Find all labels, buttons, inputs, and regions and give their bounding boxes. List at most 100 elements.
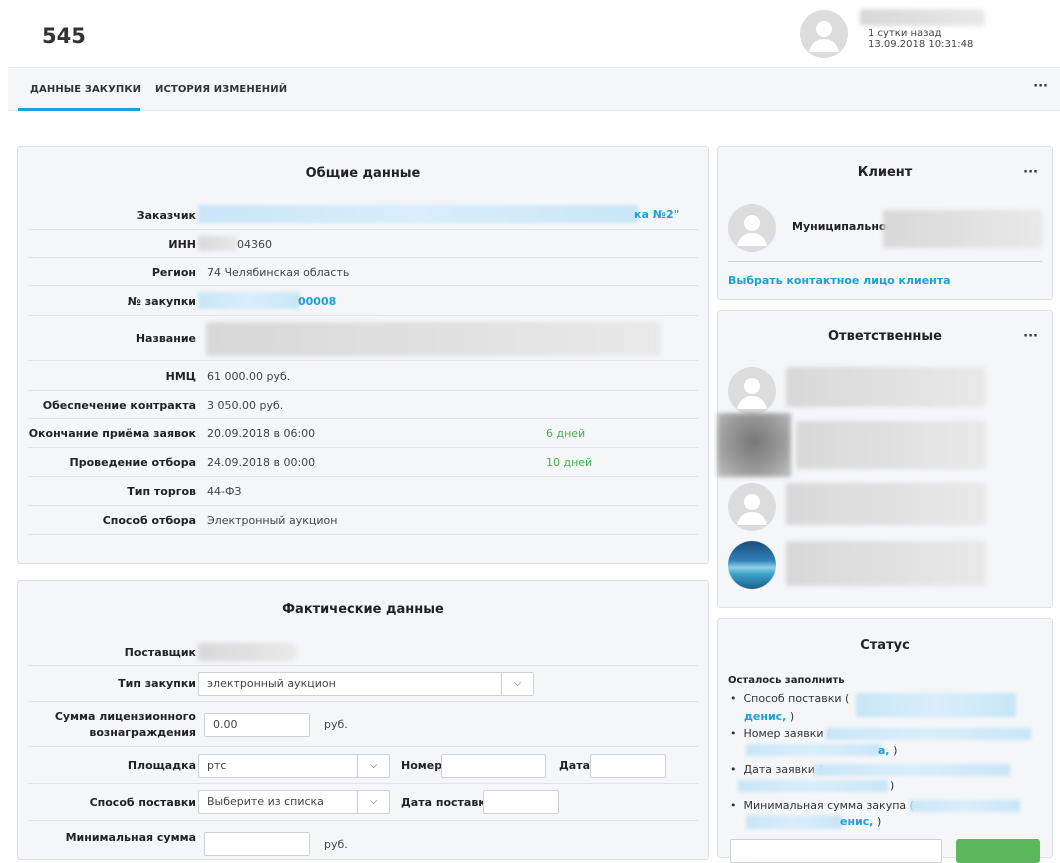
page-header: 545 1 сутки назад 13.09.2018 10:31:48: [8, 0, 1060, 68]
status-link[interactable]: енис,: [840, 815, 873, 828]
field-label: Проведение отбора: [69, 456, 196, 469]
more-icon[interactable]: ···: [1023, 165, 1038, 180]
tab-purchase-data[interactable]: ДАННЫЕ ЗАКУПКИ: [30, 84, 141, 95]
row-nmc: НМЦ 61 000.00 руб.: [28, 361, 698, 391]
purchase-number-redacted: [198, 292, 300, 309]
user-icon: [737, 378, 767, 409]
responsible-name-redacted: [786, 483, 986, 525]
responsible-avatar[interactable]: [728, 483, 776, 531]
responsible-name-redacted: [786, 541, 986, 586]
min-sum-input[interactable]: [204, 832, 310, 856]
redacted-link: [910, 800, 1020, 812]
author-name-redacted: [860, 9, 985, 26]
field-label: № закупки: [127, 295, 196, 308]
status-item: • Способ поставки (: [730, 692, 850, 705]
field-label: ИНН: [168, 238, 196, 251]
active-tab-indicator: [18, 108, 140, 111]
platform-select[interactable]: ртс ⌵: [198, 754, 390, 778]
time-ago: 1 сутки назад: [868, 28, 942, 39]
status-item-tail: ): [890, 779, 894, 792]
responsible-avatar-photo[interactable]: [728, 541, 776, 589]
status-item-close: ): [890, 779, 895, 792]
license-fee-input[interactable]: 0.00: [204, 713, 310, 737]
field-label: Площадка: [127, 759, 196, 772]
field-label: Дата поставки: [401, 796, 494, 809]
redacted-link: [826, 728, 1031, 740]
contract-security-value: 3 050.00 руб.: [207, 399, 284, 412]
field-label: Название: [135, 332, 196, 345]
row-name: Название: [28, 316, 698, 361]
row-selection-date: Проведение отбора 24.09.2018 в 00:00 10 …: [28, 448, 698, 477]
delivery-date-input[interactable]: [483, 790, 559, 814]
responsible-panel: Ответственные ···: [717, 310, 1053, 608]
row-trade-type: Тип торгов 44-ФЗ: [28, 477, 698, 506]
row-selection-method: Способ отбора Электронный аукцион: [28, 506, 698, 535]
chevron-down-icon: ⌵: [357, 755, 389, 777]
actual-data-panel: Фактические данные Поставщик Тип закупки…: [17, 580, 709, 860]
timestamp: 13.09.2018 10:31:48: [868, 39, 974, 50]
tab-change-history[interactable]: ИСТОРИЯ ИЗМЕНЕНИЙ: [155, 84, 287, 95]
responsible-name-redacted: [786, 367, 986, 407]
field-label: Минимальная сумма: [65, 831, 196, 844]
panel-title: Ответственные: [828, 329, 942, 344]
inn-redacted: [198, 236, 238, 251]
status-item-text: Номер заявки (: [743, 727, 832, 740]
platform-value: ртс: [207, 759, 227, 772]
status-link[interactable]: а,: [878, 744, 890, 757]
status-item: • Номер заявки (: [730, 727, 832, 740]
name-redacted: [206, 322, 661, 356]
purchase-type-value: электронный аукцион: [207, 677, 336, 690]
nmc-value: 61 000.00 руб.: [207, 370, 291, 383]
row-supplier: Поставщик: [28, 638, 698, 666]
delivery-method-select[interactable]: Выберите из списка ⌵: [198, 790, 390, 814]
client-name-redacted: [883, 210, 1043, 248]
client-panel: Клиент ··· Муниципальное у Выбрать конта…: [717, 146, 1053, 300]
customer-redacted: [198, 205, 638, 223]
panel-title: Общие данные: [305, 166, 421, 181]
row-inn: ИНН 04360: [28, 230, 698, 258]
general-data-panel: Общие данные Заказчик ка №2" ИНН 04360 Р…: [17, 146, 709, 564]
responsible-photo[interactable]: [717, 413, 791, 477]
row-license-fee: Сумма лицензионного вознаграждения 0.00 …: [28, 702, 698, 747]
responsible-avatar[interactable]: [728, 367, 776, 415]
days-left: 10 дней: [546, 456, 593, 469]
more-icon[interactable]: ···: [1033, 79, 1048, 94]
field-label: Заказчик: [136, 209, 196, 222]
page-title: 545: [42, 24, 86, 48]
field-label: вознаграждения: [89, 726, 196, 739]
row-contract-security: Обеспечение контракта 3 050.00 руб.: [28, 391, 698, 419]
user-icon: [809, 21, 839, 52]
row-min-sum: Минимальная сумма руб.: [28, 821, 698, 861]
panel-title: Клиент: [857, 165, 913, 180]
purchase-type-select[interactable]: электронный аукцион ⌵: [198, 672, 534, 696]
number-input[interactable]: [441, 754, 546, 778]
chevron-down-icon: ⌵: [501, 673, 533, 695]
status-item-text: Дата заявки (: [743, 763, 823, 776]
redacted-link: [746, 815, 842, 829]
inn-value: 04360: [237, 238, 272, 251]
status-item-close: ): [889, 744, 898, 757]
date-input[interactable]: [590, 754, 666, 778]
panel-title: Статус: [860, 638, 910, 653]
selection-method-value: Электронный аукцион: [207, 514, 338, 527]
days-left: 6 дней: [546, 427, 586, 440]
customer-link[interactable]: ка №2": [634, 208, 679, 221]
tab-bar: ДАННЫЕ ЗАКУПКИ ИСТОРИЯ ИЗМЕНЕНИЙ ···: [8, 69, 1060, 111]
user-avatar[interactable]: [800, 10, 848, 58]
choose-contact-link[interactable]: Выбрать контактное лицо клиента: [728, 274, 951, 287]
more-icon[interactable]: ···: [1023, 329, 1038, 344]
redacted-link: [746, 744, 881, 756]
field-label: НМЦ: [165, 370, 196, 383]
row-customer: Заказчик ка №2": [28, 202, 698, 230]
field-label: Обеспечение контракта: [42, 399, 196, 412]
client-avatar: [728, 204, 776, 252]
fee-unit: руб.: [324, 718, 348, 731]
field-label: Способ поставки: [89, 796, 196, 809]
redacted-link: [856, 693, 1016, 717]
purchase-number-link[interactable]: 00008: [298, 295, 336, 308]
status-link[interactable]: денис,: [744, 710, 786, 723]
user-icon: [737, 215, 767, 246]
supplier-redacted: [198, 643, 296, 661]
status-item-close: ): [786, 710, 795, 723]
trade-type-value: 44-ФЗ: [207, 485, 242, 498]
